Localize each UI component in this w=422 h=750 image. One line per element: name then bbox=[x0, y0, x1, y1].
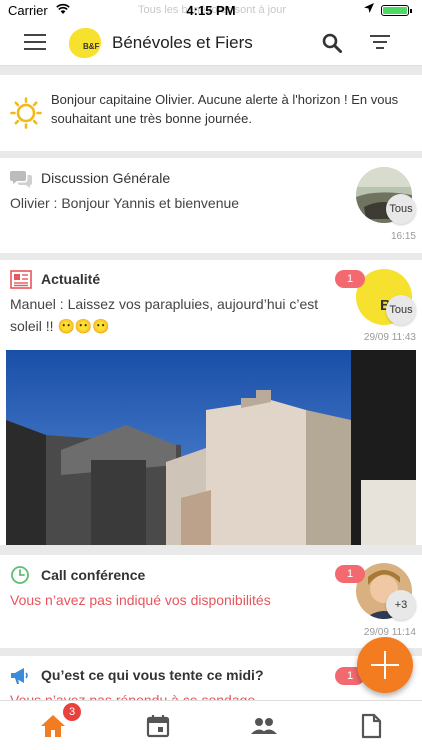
chat-icon bbox=[10, 171, 32, 188]
home-badge: 3 bbox=[63, 703, 81, 721]
clock-icon bbox=[11, 566, 29, 584]
sun-icon bbox=[10, 97, 42, 129]
logo-text: B&F bbox=[83, 42, 100, 51]
app-header: B&F Bénévoles et Fiers bbox=[0, 20, 422, 66]
app-logo: B&F bbox=[69, 28, 101, 58]
location-arrow-icon bbox=[364, 3, 374, 13]
bottom-tab-bar: 3 bbox=[0, 700, 422, 750]
unread-badge: 1 bbox=[335, 270, 365, 288]
greeting-text: Bonjour capitaine Olivier. Aucune alerte… bbox=[51, 92, 399, 126]
audience-tag: Tous bbox=[386, 194, 416, 224]
card-title: Discussion Générale bbox=[41, 170, 171, 186]
people-icon[interactable] bbox=[250, 713, 278, 739]
card-last-message: Manuel : Laissez vos parapluies, aujourd… bbox=[10, 296, 319, 334]
app-title: Bénévoles et Fiers bbox=[112, 33, 253, 52]
participants-count: +3 bbox=[386, 590, 416, 620]
megaphone-icon bbox=[11, 668, 28, 684]
card-timestamp: 29/09 11:43 bbox=[363, 332, 416, 343]
conversation-card-call[interactable]: Call conférence Vous n’avez pas indiqué … bbox=[0, 555, 422, 648]
calendar-icon[interactable] bbox=[145, 713, 171, 739]
card-timestamp: 16:15 bbox=[390, 231, 416, 242]
menu-icon[interactable] bbox=[24, 34, 46, 52]
post-photo[interactable] bbox=[6, 350, 416, 545]
card-title: Qu’est ce qui vous tente ce midi? bbox=[41, 667, 264, 683]
filter-icon[interactable] bbox=[370, 35, 390, 51]
unread-badge: 1 bbox=[335, 565, 365, 583]
card-timestamp: 29/09 11:14 bbox=[363, 627, 416, 638]
newspaper-icon bbox=[10, 270, 32, 289]
greeting-card: Bonjour capitaine Olivier. Aucune alerte… bbox=[0, 75, 422, 151]
card-last-message: Vous n’avez pas indiqué vos disponibilit… bbox=[10, 592, 271, 608]
status-bar: Carrier Tous les bénévoles sont à jour 4… bbox=[0, 0, 422, 20]
conversation-card-news[interactable]: Actualité Manuel : Laissez vos parapluie… bbox=[0, 260, 422, 545]
conversation-card-discussion[interactable]: Discussion Générale Olivier : Bonjour Ya… bbox=[0, 158, 422, 253]
card-title: Call conférence bbox=[41, 567, 146, 583]
home-icon[interactable] bbox=[40, 713, 66, 739]
card-title: Actualité bbox=[41, 271, 101, 287]
document-icon[interactable] bbox=[358, 713, 384, 739]
search-icon[interactable] bbox=[322, 33, 342, 53]
card-last-message: Olivier : Bonjour Yannis et bienvenue bbox=[10, 195, 240, 211]
audience-tag: Tous bbox=[386, 295, 416, 325]
battery-icon bbox=[381, 5, 412, 16]
clock-time: 4:15 PM bbox=[186, 3, 236, 18]
add-button[interactable] bbox=[357, 637, 413, 693]
